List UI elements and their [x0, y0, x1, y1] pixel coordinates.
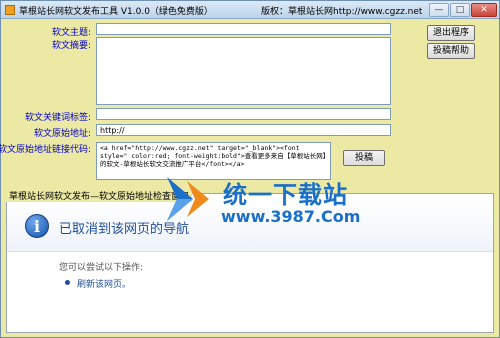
submit-button[interactable]: 投稿: [343, 150, 385, 166]
minimize-button[interactable]: —: [429, 3, 449, 17]
exit-button[interactable]: 退出程序: [427, 25, 475, 41]
link-code-label: 软文原始地址链接代码:: [0, 145, 91, 155]
watermark-url: www.3987.Com: [221, 207, 361, 226]
article-form: 软文主题: 软文摘要: 软文关键词标签: 软文原始地址: http:// 软文原…: [0, 20, 499, 188]
maximize-button[interactable]: □: [450, 3, 470, 17]
topic-label: 软文主题:: [51, 28, 91, 38]
app-window: 草根站长网软文发布工具 V1.0.0（绿色免费版） 版权：草根站长网http:/…: [0, 0, 500, 338]
summary-label: 软文摘要:: [51, 41, 91, 51]
watermark-logo-icon: [167, 177, 209, 221]
close-button[interactable]: ✕: [471, 3, 497, 17]
bullet-icon: [65, 280, 70, 285]
topic-input[interactable]: [96, 23, 391, 35]
source-url-input[interactable]: http://: [96, 124, 391, 136]
refresh-page-link[interactable]: 刷新该网页。: [77, 277, 131, 290]
title-bar: 草根站长网软文发布工具 V1.0.0（绿色免费版） 版权：草根站长网http:/…: [1, 1, 499, 19]
keywords-input[interactable]: [96, 108, 391, 120]
keywords-label: 软文关键词标签:: [24, 113, 91, 123]
source-url-label: 软文原始地址:: [33, 129, 91, 139]
copyright-text: 版权：草根站长网http://www.cgzz.net: [261, 7, 423, 17]
info-icon: i: [25, 214, 49, 238]
app-icon: [5, 5, 15, 15]
help-button[interactable]: 投稿帮助: [427, 43, 475, 59]
watermark: 统一下载站 www.3987.Com: [163, 173, 393, 233]
window-title: 草根站长网软文发布工具 V1.0.0（绿色免费版）: [19, 7, 213, 17]
summary-textarea[interactable]: [96, 37, 391, 105]
try-options-text: 您可以尝试以下操作:: [59, 263, 144, 273]
watermark-title: 统一下载站: [223, 181, 348, 209]
